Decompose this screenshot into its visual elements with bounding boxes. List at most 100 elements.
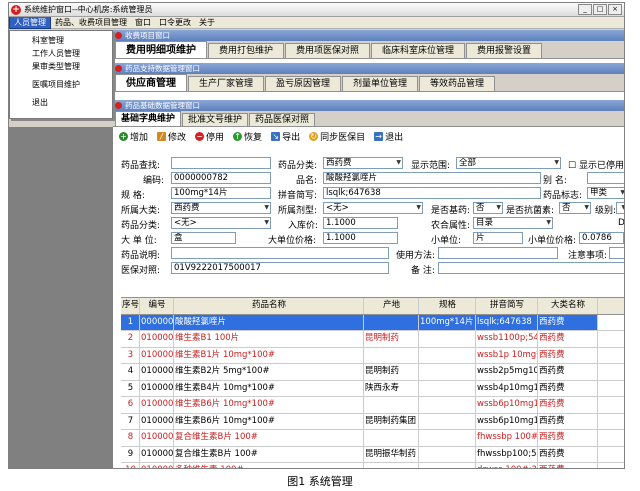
tab-loss-reason[interactable]: 盈亏原因管理 [265,76,342,91]
table-cell [419,446,476,462]
di-label: DI [618,218,625,228]
tab-dose-unit[interactable]: 剂量单位管理 [342,76,419,91]
tab-manufacturer[interactable]: 生产厂家管理 [188,76,265,91]
tab-fee-detail[interactable]: 费用明细项维护 [115,41,207,58]
code-field[interactable]: 0000000782 [171,172,271,184]
col-spec[interactable]: 规格 [419,298,476,314]
dosage-form-select[interactable]: <无> [323,202,423,214]
search-input[interactable] [171,157,271,169]
maximize-button[interactable]: □ [593,4,607,15]
table-cell: 100mg*14片 [419,314,476,330]
table-row[interactable]: 20100000209维生素B1 100片昆明制药 wssb1100p;544西药… [121,331,624,348]
name-field[interactable]: 酸酸羟氯喹片 [323,172,541,184]
alias-field[interactable] [587,172,624,184]
table-cell: 多种维生素 100# [174,463,364,468]
table-cell: 0000000782 [140,314,174,330]
tab-equivalent[interactable]: 等效药品管理 [419,76,496,91]
table-row[interactable]: 90100000216复合维生素B片 100#昆明振华制药 fhwssbp100;… [121,446,624,463]
table-row[interactable]: 40100000211维生素B2片 5mg*100#昆明制药 wssb2p5mg1… [121,364,624,381]
table-row[interactable]: 30100000210维生素B1片 10mg*100# wssb1p 10mg*1… [121,347,624,364]
col-origin[interactable]: 产地 [364,298,419,314]
table-row[interactable]: 50100000212维生素B4片 10mg*100#陕西永寿 wssb4p10m… [121,380,624,397]
table-cell [364,347,419,363]
inbound-price-label: 入库价: [288,221,319,231]
table-row[interactable]: 60100000213维生素B6片 10mg*100# wssb6p10mg10西… [121,397,624,414]
col-pinyin[interactable]: 拼音简写 [476,298,538,314]
table-cell: 9 [121,446,140,462]
tab-dict[interactable]: 基础字典维护 [115,111,182,126]
table-cell [419,430,476,446]
inbound-price-field[interactable]: 1.1000 [323,217,398,229]
spec-field[interactable]: 100mg*14片 [171,187,271,199]
menu-about[interactable]: 关于 [195,17,219,28]
class-select[interactable]: 西药费 [171,202,271,214]
scope-select[interactable]: 全部 [456,157,561,169]
tab-approval[interactable]: 批准文号维护 [182,113,249,126]
antibiotic-select[interactable]: 否 [559,202,591,214]
restore-button[interactable]: ↑ 恢复 [233,130,262,143]
desc-label: 药品说明: [121,251,161,261]
col-class[interactable]: 大类名称 [538,298,598,314]
table-cell: 西药费 [538,347,598,363]
table-row[interactable]: 100100000217多种维生素 100# dzwss 100#;24西药费 [121,463,624,468]
tab-fee-yb[interactable]: 费用项医保对照 [285,43,371,58]
table-row[interactable]: 70100000214维生素B6片 10mg*100#昆明制药集团 wssb6p1… [121,413,624,430]
yb-field[interactable]: 01V9222017500017 [171,262,389,274]
menu-password[interactable]: 口令更改 [155,17,195,28]
menu-personnel[interactable]: 人员管理 [9,16,51,29]
fee-section-title: 收费项目窗口 [113,30,624,41]
tab-drug-yb[interactable]: 药品医保对照 [249,113,316,126]
antibiotic-label: 是否抗菌素: [506,206,555,216]
desc-field[interactable] [171,247,389,259]
export-button[interactable]: ↘ 导出 [271,130,300,143]
menu-item-order[interactable]: 医嘱项目维护 [10,78,112,91]
cat2-select[interactable]: <无> [171,217,271,229]
big-price-field[interactable]: 1.1000 [323,232,398,244]
ncms-select[interactable]: 目录 [473,217,553,229]
table-cell: 复合维生素B片 100# [174,430,364,446]
table-cell: 0100000214 [140,413,174,429]
col-name[interactable]: 药品名称 [174,298,364,314]
close-button[interactable]: × [608,4,622,15]
table-cell: 酸酸羟氯喹片 [174,314,364,330]
up-arrow-icon: ↑ [233,131,243,141]
yb-label: 医保对照: [121,266,161,276]
table-cell [419,364,476,380]
table-row[interactable]: 10000000782酸酸羟氯喹片 100mg*14片lsqlk;647638西药… [121,314,624,331]
remark-field[interactable] [438,262,624,274]
minimize-button[interactable]: _ [578,4,592,15]
table-cell: 0100000215 [140,430,174,446]
tab-fee-pack[interactable]: 费用打包维护 [208,43,285,58]
tab-fee-alarm[interactable]: 费用报警设置 [466,43,543,58]
menu-drugs[interactable]: 药品、收费项目管理 [51,17,131,28]
note-field[interactable] [609,247,624,259]
drugflag-select[interactable]: 甲类 [587,187,624,199]
col-code[interactable]: 编号 [140,298,174,314]
menu-item-staff[interactable]: 工作人员管理 [10,47,112,60]
level-label: 级别: [595,206,617,216]
small-unit-field[interactable]: 片 [473,232,523,244]
disable-button[interactable]: − 停用 [195,130,224,143]
table-cell: 0100000212 [140,380,174,396]
tab-bed[interactable]: 临床科室床位管理 [371,43,466,58]
basic-drug-select[interactable]: 否 [473,202,503,214]
category-select[interactable]: 西药费 [323,157,403,169]
level-select[interactable] [616,202,624,214]
pinyin-field[interactable]: lsqlk;647638 [323,187,541,199]
menu-item-exit[interactable]: 退出 [10,96,112,109]
usage-field[interactable] [438,247,558,259]
sync-yb-button[interactable]: ↻ 同步医保目 [309,130,365,143]
show-disabled-checkbox[interactable]: ☐ 显示已停用 [568,158,624,171]
table-row[interactable]: 80100000215复合维生素B片 100# fhwssbp 100#西药费 [121,430,624,447]
menu-window[interactable]: 窗口 [131,17,155,28]
table-cell [419,463,476,468]
col-index[interactable]: 序号 [121,298,140,314]
menu-item-review-type[interactable]: 果审类型管理 [10,60,112,73]
big-unit-field[interactable]: 盒 [171,232,236,244]
exit-button[interactable]: → 退出 [374,130,403,143]
small-price-field[interactable]: 0.0786 [579,232,624,244]
add-button[interactable]: + 增加 [119,130,148,143]
tab-supplier[interactable]: 供应商管理 [115,74,187,91]
edit-button[interactable]: / 修改 [157,130,186,143]
menu-item-dept[interactable]: 科室管理 [10,34,112,47]
